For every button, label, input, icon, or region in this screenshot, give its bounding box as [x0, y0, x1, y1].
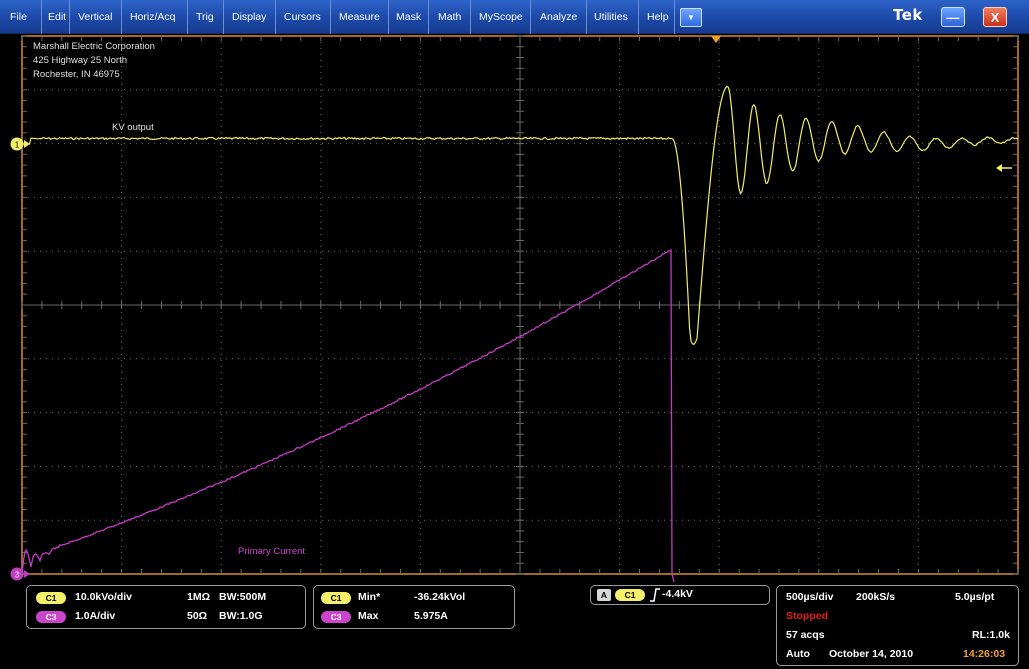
- chevron-down-icon: ▼: [687, 13, 695, 22]
- trigger-mode-badge[interactable]: A: [597, 589, 611, 601]
- menu-trig[interactable]: Trig: [188, 0, 224, 34]
- record-length: RL:1.0k: [972, 629, 1010, 641]
- graticule: [21, 35, 1019, 575]
- ch1-marker-label: 1: [15, 141, 20, 150]
- trigger-source-badge[interactable]: C1: [615, 589, 645, 601]
- meas1-label: Min*: [358, 591, 381, 603]
- ch1-badge[interactable]: C1: [36, 592, 66, 604]
- ch1-bandwidth: BW:500M: [219, 591, 267, 603]
- ch3-impedance: 50Ω: [187, 610, 208, 622]
- ch1-impedance: 1MΩ: [187, 591, 211, 603]
- ch3-badge[interactable]: C3: [36, 611, 66, 623]
- menu-analyze[interactable]: Analyze: [531, 0, 587, 34]
- meas2-badge[interactable]: C3: [321, 611, 351, 623]
- channel-readout-box[interactable]: C1 10.0kVo/div 1MΩ BW:500M C3 1.0A/div 5…: [26, 585, 306, 629]
- menu-edit[interactable]: Edit: [42, 0, 70, 34]
- meas1-badge[interactable]: C1: [321, 592, 351, 604]
- acquisition-count: 57 acqs: [786, 629, 825, 641]
- ch3-trace: [21, 248, 675, 582]
- menu-measure[interactable]: Measure: [331, 0, 389, 34]
- menu-myscope[interactable]: MyScope: [471, 0, 531, 34]
- trigger-mode: Auto: [786, 648, 810, 660]
- run-state[interactable]: Stopped: [786, 610, 828, 622]
- acquisition-date: October 14, 2010: [829, 648, 914, 660]
- menu-math[interactable]: Math: [429, 0, 471, 34]
- minimize-icon: —: [946, 10, 960, 25]
- menu-vertical[interactable]: Vertical: [70, 0, 122, 34]
- menu-display[interactable]: Display: [224, 0, 276, 34]
- timebase-scale: 500µs/div: [786, 591, 834, 603]
- ch3-marker-label: 3: [15, 571, 20, 580]
- ch3-bandwidth: BW:1.0G: [219, 610, 263, 622]
- menu-utilities[interactable]: Utilities: [587, 0, 639, 34]
- timebase-readout-box[interactable]: 500µs/div 200kS/s 5.0µs/pt Stopped 57 ac…: [776, 585, 1019, 666]
- menu-file[interactable]: File: [0, 0, 42, 34]
- company-address: 425 Highway 25 North: [33, 55, 127, 66]
- sample-rate: 200kS/s: [856, 591, 896, 603]
- close-icon: X: [990, 10, 1000, 25]
- trigger-level-marker[interactable]: [996, 164, 1012, 172]
- trigger-level: -4.4kV: [662, 588, 693, 600]
- minimize-button[interactable]: —: [941, 7, 965, 27]
- meas2-value: 5.975A: [414, 610, 448, 622]
- measurement-readout-box[interactable]: C1 Min* -36.24kVol C3 Max 5.975A: [313, 585, 515, 629]
- ch3-trace-label: Primary Current: [238, 546, 306, 557]
- company-city: Rochester, IN 46975: [33, 69, 120, 80]
- meas1-value: -36.24kVol: [414, 591, 466, 603]
- ch1-level-marker[interactable]: 1: [10, 137, 31, 151]
- rising-edge-icon: [650, 588, 660, 602]
- menu-help[interactable]: Help: [639, 0, 675, 34]
- readout-panel: C1 10.0kVo/div 1MΩ BW:500M C3 1.0A/div 5…: [0, 582, 1029, 669]
- menu-dropdown-button[interactable]: ▼: [680, 8, 702, 27]
- menu-mask[interactable]: Mask: [389, 0, 429, 34]
- trigger-readout-box[interactable]: A C1 -4.4kV: [590, 585, 770, 605]
- ch1-trace-label: KV output: [112, 122, 154, 133]
- ch3-scale: 1.0A/div: [75, 610, 116, 622]
- company-name: Marshall Electric Corporation: [33, 41, 155, 52]
- waveform-display[interactable]: 1 3: [0, 34, 1029, 582]
- menu-cursors[interactable]: Cursors: [276, 0, 331, 34]
- close-button[interactable]: X: [983, 7, 1007, 27]
- meas2-label: Max: [358, 610, 379, 622]
- menu-bar: File Edit Vertical Horiz/Acq Trig Displa…: [0, 0, 1029, 34]
- acquisition-time: 14:26:03: [963, 648, 1006, 660]
- ch3-level-marker[interactable]: 3: [10, 567, 31, 581]
- tek-logo: Tek: [893, 6, 923, 24]
- menu-horiz-acq[interactable]: Horiz/Acq: [122, 0, 188, 34]
- ch1-scale: 10.0kVo/div: [75, 591, 133, 603]
- time-resolution: 5.0µs/pt: [955, 591, 995, 603]
